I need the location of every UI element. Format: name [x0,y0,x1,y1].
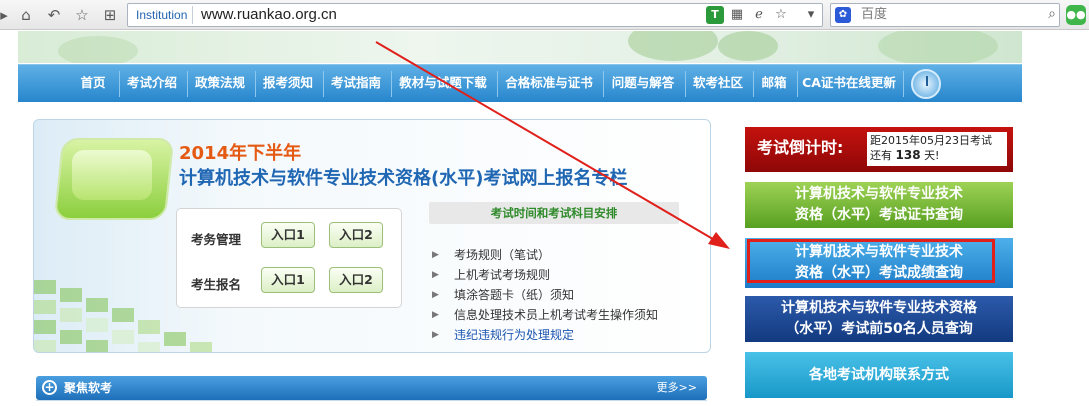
site-banner [18,31,1022,63]
address-bar[interactable]: Institution www.ruankao.org.cn T ▦ ℯ ☆ ▾ [127,3,823,27]
year-title: 2014年下半年 [179,143,302,164]
home-icon[interactable]: ⌂ [16,5,36,25]
list-item[interactable]: ▶ 填涂答题卡（纸）须知 [430,285,658,305]
browser-toolbar: ▸ ⌂ ↶ ☆ ⊞ Institution www.ruankao.org.cn… [0,0,1089,30]
exam-admin-entry2-button[interactable]: 入口2 [329,222,383,248]
top50-query-button[interactable]: 计算机技术与软件专业技术资格 （水平）考试前50名人员查询 [745,296,1013,342]
countdown-days: 138 [895,148,921,162]
arrow-icon: ▶ [432,290,439,300]
news-header: + 聚焦软考 更多>> [36,376,707,400]
panel-title: 计算机技术与软件专业技术资格(水平)考试网上报名专栏 [179,168,628,189]
star-icon[interactable]: ☆ [72,5,92,25]
nav-policies[interactable]: 政策法规 [189,65,251,103]
candidate-entry1-button[interactable]: 入口1 [261,267,315,293]
registration-panel: 2014年下半年 计算机技术与软件专业技术资格(水平)考试网上报名专栏 考务管理… [33,119,711,353]
search-icon[interactable]: ⌕ [1048,6,1056,22]
nav-faq[interactable]: 问题与解答 [605,65,681,103]
clock-icon[interactable] [911,69,941,99]
list-item[interactable]: ▶ 违纪违规行为处理规定 [430,325,658,345]
highlight-frame [747,239,995,283]
entry-box: 考务管理 入口1 入口2 考生报名 入口1 入口2 [176,208,402,308]
speech-bubble-inner [72,150,152,200]
countdown-panel: 考试倒计时: 距2015年05月23日考试 还有 138 天! [745,127,1013,172]
contacts-button[interactable]: 各地考试机构联系方式 [745,352,1013,398]
nav-home[interactable]: 首页 [74,65,112,103]
nav-exam-guide[interactable]: 考试指南 [325,65,387,103]
ie-mode-icon[interactable]: ℯ [750,6,768,24]
list-item[interactable]: ▶ 考场规则（笔试） [430,245,658,265]
url-badge: Institution [131,6,194,24]
baidu-paw-icon[interactable]: ✿ [835,7,851,23]
candidate-entry2-button[interactable]: 入口2 [329,267,383,293]
schedule-link[interactable]: 考试时间和考试科目安排 [429,202,679,224]
wechat-extension-icon[interactable]: ●● [1066,5,1086,25]
shield-icon[interactable]: T [706,6,724,24]
arrow-icon: ▶ [432,250,439,260]
nav-standards[interactable]: 合格标准与证书 [499,65,599,103]
exam-admin-label: 考务管理 [191,232,242,247]
list-item[interactable]: ▶ 信息处理技术员上机考试考生操作须知 [430,305,658,325]
main-nav: 首页 考试介绍 政策法规 报考须知 考试指南 教材与试题下载 合格标准与证书 问… [18,64,1022,102]
dropdown-arrow-icon[interactable]: ▾ [802,6,820,24]
url-text[interactable]: www.ruankao.org.cn [201,5,337,25]
candidate-label: 考生报名 [191,277,242,292]
countdown-info: 距2015年05月23日考试 还有 138 天! [867,132,1007,166]
arrow-icon: ▶ [432,270,439,280]
tabs-icon[interactable]: ⊞ [100,5,120,25]
divider [36,400,707,401]
exam-admin-entry1-button[interactable]: 入口1 [261,222,315,248]
more-link[interactable]: 更多>> [657,379,697,397]
certificate-query-button[interactable]: 计算机技术与软件专业技术 资格（水平）考试证书查询 [745,182,1013,228]
search-input[interactable]: 百度 [861,6,887,24]
nav-registration-notes[interactable]: 报考须知 [257,65,319,103]
plus-icon[interactable]: + [42,380,57,395]
countdown-title: 考试倒计时: [757,138,844,157]
arrow-icon: ▶ [432,310,439,320]
countdown-date: 距2015年05月23日考试 [870,134,992,147]
bookmark-star-icon[interactable]: ☆ [772,6,790,24]
nav-mail[interactable]: 邮箱 [755,65,793,103]
nav-downloads[interactable]: 教材与试题下载 [393,65,493,103]
news-title: 聚焦软考 [64,381,113,395]
rules-list: ▶ 考场规则（笔试） ▶ 上机考试考场规则 ▶ 填涂答题卡（纸）须知 ▶ 信息处理技术员… [430,245,658,345]
qr-code-icon[interactable]: ▦ [728,6,746,24]
nav-exam-intro[interactable]: 考试介绍 [121,65,183,103]
arrow-icon: ▶ [432,330,439,340]
nav-community[interactable]: 软考社区 [687,65,749,103]
back-icon[interactable]: ▸ [0,5,14,25]
search-box[interactable]: ✿ 百度 ⌕ [830,3,1060,27]
list-item[interactable]: ▶ 上机考试考场规则 [430,265,658,285]
undo-icon[interactable]: ↶ [44,5,64,25]
countdown-days-line: 还有 138 天! [870,148,940,162]
nav-ca-update[interactable]: CA证书在线更新 [799,65,899,103]
